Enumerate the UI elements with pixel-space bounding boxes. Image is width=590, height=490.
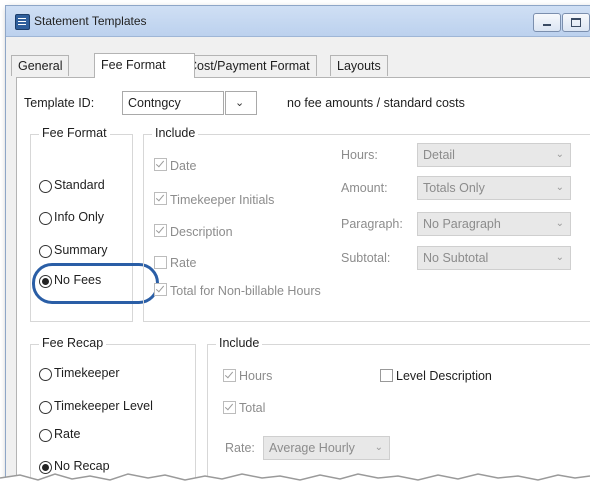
- fee-format-summary-label: Summary: [54, 243, 108, 257]
- recap-hours-checkbox[interactable]: [223, 369, 236, 382]
- fee-recap-rate-radio[interactable]: [39, 429, 52, 442]
- amount-label: Amount:: [341, 181, 388, 195]
- chevron-down-icon: ⌄: [374, 442, 383, 453]
- template-id-field[interactable]: Contngcy: [122, 91, 224, 115]
- chevron-down-icon: ⌄: [555, 252, 564, 263]
- template-icon: [15, 14, 30, 30]
- recap-rate-label: Rate:: [225, 441, 255, 455]
- fee-format-info-only-label: Info Only: [54, 210, 105, 224]
- chevron-down-icon: ⌄: [555, 182, 564, 193]
- recap-level-description-label: Level Description: [396, 369, 492, 383]
- chevron-down-icon: ⌄: [235, 97, 245, 109]
- hours-label: Hours:: [341, 148, 378, 162]
- selection-highlight-ring: [32, 263, 159, 304]
- fee-recap-timekeeper-label: Timekeeper: [54, 366, 120, 380]
- amount-value: Totals Only: [423, 181, 485, 195]
- tab-fee-format[interactable]: Fee Format: [94, 53, 195, 78]
- tab-layouts[interactable]: Layouts: [330, 55, 388, 76]
- recap-include-title: Include: [216, 336, 263, 350]
- chevron-down-icon: ⌄: [555, 149, 564, 160]
- paragraph-select[interactable]: No Paragraph ⌄: [417, 212, 571, 236]
- chevron-down-icon: ⌄: [555, 218, 564, 229]
- recap-level-description-checkbox[interactable]: [380, 369, 393, 382]
- include-timekeeper-initials-checkbox[interactable]: [154, 192, 167, 205]
- include-timekeeper-initials-label: Timekeeper Initials: [170, 193, 275, 207]
- hours-value: Detail: [423, 148, 455, 162]
- include-description-label: Description: [170, 225, 233, 239]
- window-title: Statement Templates: [34, 14, 147, 28]
- paragraph-label: Paragraph:: [341, 217, 403, 231]
- maximize-button[interactable]: [562, 13, 590, 32]
- recap-rate-value: Average Hourly: [269, 441, 355, 455]
- recap-rate-select[interactable]: Average Hourly ⌄: [263, 436, 390, 460]
- fee-format-summary-radio[interactable]: [39, 245, 52, 258]
- fee-format-standard-label: Standard: [54, 178, 105, 192]
- hours-select[interactable]: Detail ⌄: [417, 143, 571, 167]
- paragraph-value: No Paragraph: [423, 217, 501, 231]
- fee-recap-timekeeper-level-label: Timekeeper Level: [54, 399, 153, 413]
- subtotal-select[interactable]: No Subtotal ⌄: [417, 246, 571, 270]
- minimize-button[interactable]: [533, 13, 561, 32]
- include-date-checkbox[interactable]: [154, 158, 167, 171]
- fee-format-info-only-radio[interactable]: [39, 212, 52, 225]
- torn-edge: [0, 473, 590, 490]
- recap-include-group: Include Hours Level Description Total Ra…: [207, 336, 590, 481]
- include-nonbillable-checkbox[interactable]: [154, 283, 167, 296]
- include-date-label: Date: [170, 159, 197, 173]
- tab-general[interactable]: General: [11, 55, 70, 76]
- fee-format-title: Fee Format: [39, 126, 110, 140]
- include-group: Include Date Timekeeper Initials Descrip…: [143, 126, 590, 322]
- include-rate-label: Rate: [170, 256, 197, 270]
- tab-cost-payment-format[interactable]: Cost/Payment Format: [181, 55, 317, 76]
- include-description-checkbox[interactable]: [154, 224, 167, 237]
- include-title: Include: [152, 126, 199, 140]
- recap-hours-label: Hours: [239, 369, 273, 383]
- template-id-dropdown[interactable]: ⌄: [225, 91, 257, 115]
- title-bar: Statement Templates: [6, 6, 590, 37]
- fee-recap-group: Fee Recap Timekeeper Timekeeper Level Ra…: [30, 336, 196, 481]
- fee-recap-timekeeper-radio[interactable]: [39, 368, 52, 381]
- subtotal-value: No Subtotal: [423, 251, 489, 265]
- recap-total-checkbox[interactable]: [223, 401, 236, 414]
- include-rate-checkbox[interactable]: [154, 256, 167, 269]
- fee-format-standard-radio[interactable]: [39, 180, 52, 193]
- maximize-icon: [571, 18, 581, 27]
- include-nonbillable-label: Total for Non-billable Hours: [170, 284, 321, 298]
- recap-total-label: Total: [239, 401, 266, 415]
- minimize-icon: [543, 24, 551, 26]
- fee-recap-rate-label: Rate: [54, 427, 81, 441]
- fee-format-panel: Template ID: Contngcy ⌄ no fee amounts /…: [16, 77, 590, 481]
- statement-templates-window: Statement Templates General Fee Format C…: [5, 5, 590, 482]
- template-id-value: Contngcy: [128, 96, 181, 110]
- fee-recap-title: Fee Recap: [39, 336, 107, 350]
- subtotal-label: Subtotal:: [341, 251, 391, 265]
- template-id-label: Template ID:: [24, 96, 95, 110]
- template-description: no fee amounts / standard costs: [287, 96, 465, 110]
- amount-select[interactable]: Totals Only ⌄: [417, 176, 571, 200]
- fee-recap-timekeeper-level-radio[interactable]: [39, 401, 52, 414]
